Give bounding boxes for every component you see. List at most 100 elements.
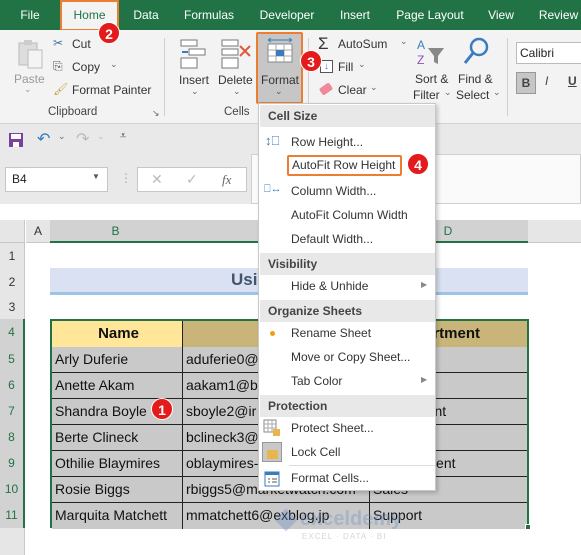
menu-item-row-height[interactable]: Row Height... — [291, 135, 363, 149]
cancel-icon[interactable]: ✕ — [151, 171, 163, 188]
row-header-3[interactable]: 3 — [0, 295, 25, 319]
clear-label: Clear — [338, 83, 367, 97]
column-header-a[interactable]: A — [26, 220, 50, 243]
cells-group-label: Cells — [224, 106, 250, 118]
lock-cell-label: Lock Cell — [291, 445, 341, 459]
cell-name[interactable]: Rosie Biggs — [52, 477, 183, 503]
delete-button[interactable]: Delete ⌄ — [217, 36, 255, 102]
column-header-b[interactable]: B — [50, 220, 181, 243]
menu-item-default-width[interactable]: Default Width... — [291, 232, 373, 246]
cell-name[interactable]: Arly Duferie — [52, 347, 183, 373]
menu-item-format-cells[interactable]: Format Cells... — [291, 471, 369, 485]
undo-icon[interactable]: ↶ — [37, 129, 50, 149]
customize-qat-icon[interactable]: ⩡ — [120, 130, 126, 143]
format-label: Format — [261, 73, 300, 87]
magnifier-icon — [463, 37, 489, 64]
rename-sheet-label: Rename Sheet — [291, 326, 372, 340]
delete-label: Delete — [218, 73, 253, 87]
find-select-button[interactable]: Find & Select ⌄ — [456, 36, 502, 106]
tab-developer[interactable]: Developer — [255, 0, 319, 30]
insert-function-icon[interactable]: fx — [222, 172, 231, 188]
autosum-dropdown-icon[interactable]: ⌄ — [400, 36, 408, 47]
tab-insert[interactable]: Insert — [336, 0, 374, 30]
tab-view[interactable]: View — [486, 0, 516, 30]
menu-separator — [289, 465, 435, 466]
lock-icon — [262, 442, 282, 462]
copy-button[interactable]: ⎘ Copy ⌄ — [53, 59, 123, 77]
sigma-icon: Σ — [318, 34, 329, 53]
svg-text:A: A — [417, 38, 425, 52]
menu-item-hide-unhide[interactable]: Hide & Unhide — [291, 279, 368, 293]
sort-filter-button[interactable]: AZ Sort & Filter ⌄ — [410, 36, 456, 106]
menu-item-column-width[interactable]: Column Width... — [291, 184, 376, 198]
format-button[interactable]: Format ⌄ — [256, 32, 303, 104]
scissors-icon: ✂ — [53, 36, 64, 50]
copy-dropdown-icon[interactable]: ⌄ — [110, 59, 118, 70]
sort-filter-icon: AZ — [417, 38, 444, 67]
row-header-2[interactable]: 2 — [0, 269, 25, 295]
name-box-dropdown-icon[interactable]: ▼ — [92, 172, 100, 181]
insert-button[interactable]: Insert ⌄ — [176, 36, 212, 102]
format-cells-icon — [267, 37, 293, 63]
row-header-10[interactable]: 10 — [0, 476, 25, 502]
formula-buttons: ✕ ✓ fx — [137, 167, 247, 192]
row-header-11[interactable]: 11 — [0, 502, 25, 528]
menu-item-lock-cell[interactable]: Lock Cell — [291, 445, 340, 459]
cell-name[interactable]: Berte Clineck — [52, 425, 183, 451]
menu-item-rename-sheet[interactable]: Rename Sheet — [291, 326, 371, 340]
menu-item-tab-color[interactable]: Tab Color — [291, 374, 342, 388]
paste-button[interactable]: Paste ⌄ — [12, 38, 46, 98]
tab-file[interactable]: File — [10, 0, 50, 30]
autofit-row-height-label: AutoFit Row Height — [292, 158, 396, 172]
italic-button[interactable]: I — [545, 74, 548, 88]
cell-name[interactable]: Othilie Blaymires — [52, 451, 183, 477]
dialog-launcher-icon[interactable]: ↘ — [152, 108, 160, 119]
clear-dropdown-icon: ⌄ — [370, 82, 378, 92]
find-select-dropdown-icon: ⌄ — [493, 87, 501, 97]
svg-text:Z: Z — [417, 53, 424, 67]
menu-item-autofit-column-width[interactable]: AutoFit Column Width — [291, 208, 408, 222]
header-name[interactable]: Name — [52, 321, 183, 348]
cell-name[interactable]: Anette Akam — [52, 373, 183, 399]
formula-bar-splitter[interactable]: ⋮ — [120, 171, 132, 185]
row-header-1[interactable]: 1 — [0, 243, 25, 269]
cell-name[interactable]: Marquita Matchett — [52, 503, 183, 529]
delete-cells-icon — [221, 39, 251, 69]
menu-header-cell-size: Cell Size — [260, 105, 435, 127]
redo-icon[interactable]: ↷ — [76, 129, 89, 149]
row-header-4[interactable]: 4 — [0, 319, 25, 346]
menu-item-protect-sheet[interactable]: Protect Sheet... — [291, 421, 374, 435]
tab-review[interactable]: Review — [536, 0, 581, 30]
tab-data[interactable]: Data — [128, 0, 164, 30]
tab-formulas[interactable]: Formulas — [180, 0, 238, 30]
underline-button[interactable]: U — [568, 74, 577, 88]
paintbrush-icon: 🖌 — [53, 82, 69, 96]
tab-page-layout[interactable]: Page Layout — [392, 0, 468, 30]
clear-button[interactable]: Clear ⌄ — [318, 82, 378, 100]
row-header-6[interactable]: 6 — [0, 372, 25, 398]
autosum-button[interactable]: Σ AutoSum ⌄ — [318, 34, 408, 54]
row-header-8[interactable]: 8 — [0, 424, 25, 450]
row-header-5[interactable]: 5 — [0, 346, 25, 372]
select-all-corner[interactable] — [0, 220, 25, 243]
save-icon[interactable] — [8, 132, 24, 148]
bold-button[interactable]: B — [516, 72, 536, 94]
menu-item-move-copy-sheet[interactable]: Move or Copy Sheet... — [291, 350, 410, 364]
submenu-arrow-icon: ▶ — [421, 375, 428, 384]
fill-label: Fill — [338, 60, 354, 74]
protect-sheet-icon — [263, 419, 280, 436]
undo-dropdown-icon[interactable]: ⌄ — [58, 131, 66, 142]
sort-filter-dropdown-icon: ⌄ — [444, 87, 452, 97]
paste-dropdown-icon[interactable]: ⌄ — [24, 84, 32, 95]
format-painter-button[interactable]: 🖌 Format Painter — [53, 82, 153, 100]
format-painter-label: Format Painter — [72, 83, 152, 97]
font-name-combo[interactable]: Calibri — [516, 42, 581, 64]
row-header-9[interactable]: 9 — [0, 450, 25, 476]
menu-header-visibility: Visibility — [260, 253, 435, 275]
enter-icon[interactable]: ✓ — [186, 171, 198, 188]
menu-item-autofit-row-height[interactable]: AutoFit Row Height — [287, 155, 402, 176]
row-header-7[interactable]: 7 — [0, 398, 25, 424]
fill-handle[interactable] — [525, 524, 531, 530]
fill-button[interactable]: ↓ Fill ⌄ — [318, 59, 368, 77]
redo-dropdown-icon[interactable]: ⌄ — [97, 131, 105, 142]
